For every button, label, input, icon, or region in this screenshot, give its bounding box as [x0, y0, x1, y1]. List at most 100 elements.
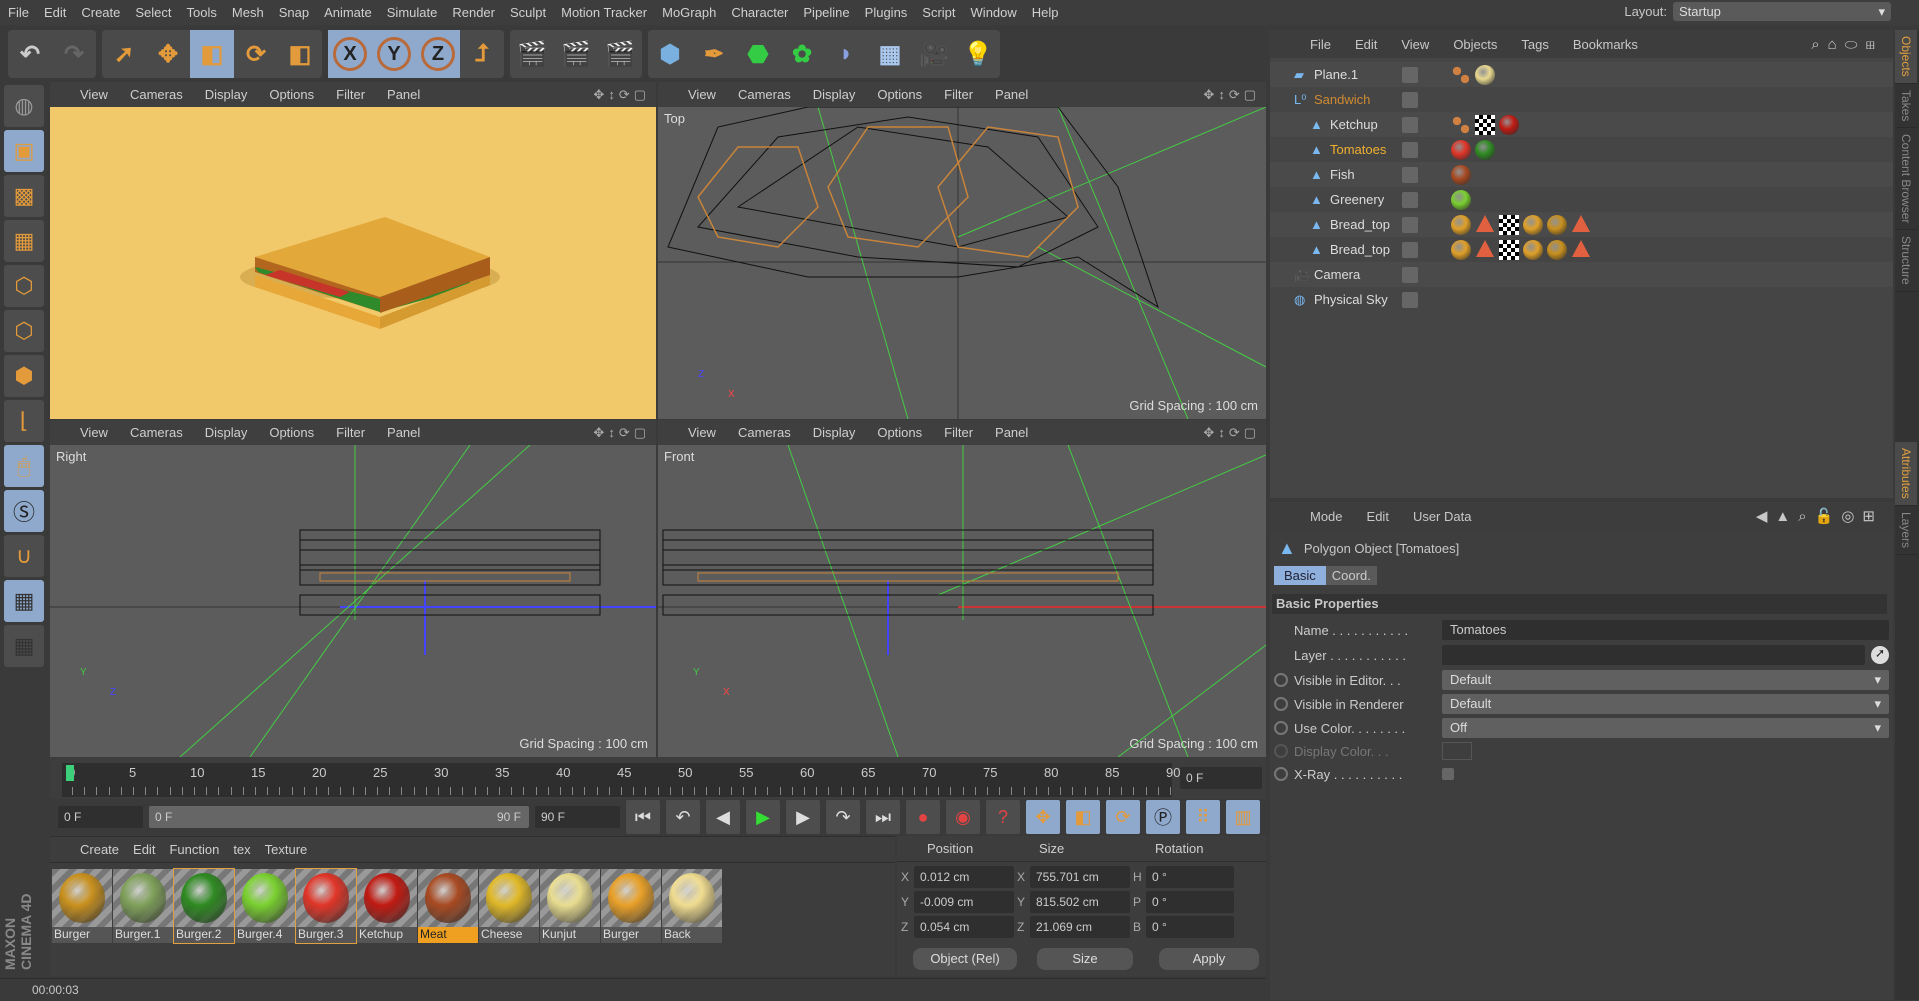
visibility-toggle[interactable]: [1402, 216, 1418, 233]
subdivision-icon[interactable]: ⬣: [736, 30, 780, 78]
uvw-tag-icon[interactable]: [1476, 239, 1494, 257]
vp-menu-filter[interactable]: Filter: [336, 425, 365, 440]
viewport-perspective[interactable]: View Cameras Display Options Filter Panel ✥↕⟳▢: [50, 82, 656, 419]
texture-mode-icon[interactable]: ▩: [4, 175, 44, 217]
material-swatch[interactable]: Burger.3: [295, 868, 357, 944]
select-tool-icon[interactable]: ➚: [102, 30, 146, 78]
y-axis-icon[interactable]: Y: [372, 30, 416, 78]
position-y-field[interactable]: -0.009 cm: [914, 891, 1014, 913]
viewport-nav-icons[interactable]: ✥↕⟳▢: [593, 87, 650, 103]
material-swatch[interactable]: Back: [662, 869, 722, 943]
name-field[interactable]: Tomatoes: [1442, 620, 1889, 640]
key-rotation-icon[interactable]: ⟳: [1106, 800, 1140, 834]
menu-plugins[interactable]: Plugins: [865, 5, 908, 20]
auto-keying-icon[interactable]: ◉: [946, 800, 980, 834]
vp-menu-panel[interactable]: Panel: [995, 425, 1028, 440]
material-tag-icon[interactable]: [1475, 139, 1495, 160]
key-parameter-icon[interactable]: Ⓟ: [1146, 800, 1180, 834]
tab-coord[interactable]: Coord.: [1325, 566, 1377, 585]
object-manager-icons[interactable]: ⌕⌂⬭⊞: [1811, 36, 1883, 53]
menu-window[interactable]: Window: [971, 5, 1017, 20]
object-row-plane-1[interactable]: ▰ Plane.1: [1270, 62, 1893, 87]
render-canvas[interactable]: [50, 107, 656, 419]
end-frame-field[interactable]: 90 F: [535, 806, 620, 828]
position-z-field[interactable]: 0.054 cm: [914, 916, 1014, 938]
floor-icon[interactable]: ▦: [868, 30, 912, 78]
attribute-nav-icons[interactable]: ◀▲⌕🔓◎⊞: [1756, 507, 1883, 525]
menu-mesh[interactable]: Mesh: [232, 5, 264, 20]
go-to-start-icon[interactable]: ⏮: [626, 800, 660, 834]
visibility-toggle[interactable]: [1402, 191, 1418, 208]
viewport-right[interactable]: View Cameras Display Options Filter Panel ✥↕⟳▢…: [50, 420, 656, 757]
size-x-field[interactable]: 755.701 cm: [1030, 866, 1130, 888]
phong-tag-icon[interactable]: [1451, 64, 1471, 85]
vp-menu-options[interactable]: Options: [877, 425, 922, 440]
menu-file[interactable]: File: [8, 5, 29, 20]
coordinate-system-icon[interactable]: ⮥: [460, 30, 504, 78]
solo-icon[interactable]: Ⓢ: [4, 490, 44, 532]
move-tool-icon[interactable]: ✥: [146, 30, 190, 78]
material-tag-icon[interactable]: [1451, 139, 1471, 160]
object-menu-tags[interactable]: Tags: [1521, 37, 1548, 52]
layout-dropdown[interactable]: Startup: [1673, 2, 1891, 21]
enable-axis-icon[interactable]: ⌊: [4, 400, 44, 442]
menu-select[interactable]: Select: [135, 5, 171, 20]
material-swatch[interactable]: Meat: [418, 869, 478, 943]
texture-tag-icon[interactable]: [1499, 214, 1519, 235]
attribute-menu-user-data[interactable]: User Data: [1413, 509, 1472, 524]
object-row-greenery[interactable]: ▲ Greenery: [1270, 187, 1893, 212]
material-swatch[interactable]: Kunjut: [540, 869, 600, 943]
vp-menu-view[interactable]: View: [688, 425, 716, 440]
menu-help[interactable]: Help: [1032, 5, 1059, 20]
vp-menu-panel[interactable]: Panel: [387, 87, 420, 102]
menu-simulate[interactable]: Simulate: [387, 5, 438, 20]
vp-menu-filter[interactable]: Filter: [336, 87, 365, 102]
viewport-front[interactable]: View Cameras Display Options Filter Panel ✥↕⟳▢…: [658, 420, 1266, 757]
pick-cursor-icon[interactable]: ➚: [1871, 646, 1889, 664]
attribute-menu-mode[interactable]: Mode: [1310, 509, 1343, 524]
material-swatch[interactable]: Burger: [52, 869, 112, 943]
render-view-icon[interactable]: 🎬: [510, 30, 554, 78]
light-icon[interactable]: 💡: [956, 30, 1000, 78]
phong-tag-icon[interactable]: [1451, 114, 1471, 135]
record-keys-icon[interactable]: ●: [906, 800, 940, 834]
render-settings-icon[interactable]: 🎬: [598, 30, 642, 78]
visibility-toggle[interactable]: [1402, 66, 1418, 83]
size-z-field[interactable]: 21.069 cm: [1030, 916, 1130, 938]
recent-tool-icon[interactable]: ◧: [278, 30, 322, 78]
vp-menu-view[interactable]: View: [80, 87, 108, 102]
polygons-mode-icon[interactable]: ⬢: [4, 355, 44, 397]
viewport-nav-icons[interactable]: ✥↕⟳▢: [593, 425, 650, 441]
tweak-mode-icon[interactable]: 🖱: [4, 445, 44, 487]
object-menu-file[interactable]: File: [1310, 37, 1331, 52]
material-tag-icon[interactable]: [1451, 164, 1471, 185]
previous-key-icon[interactable]: ↶: [666, 800, 700, 834]
viewport-nav-icons[interactable]: ✥↕⟳▢: [1203, 87, 1260, 103]
rotation-p-field[interactable]: 0 °: [1146, 891, 1234, 913]
material-tag-icon[interactable]: [1547, 239, 1567, 260]
object-row-tomatoes[interactable]: ▲ Tomatoes: [1270, 137, 1893, 162]
animate-radio[interactable]: [1274, 697, 1288, 711]
tab-attributes[interactable]: Attributes: [1895, 442, 1917, 506]
object-row-bread-top[interactable]: ▲ Bread_top: [1270, 212, 1893, 237]
object-row-fish[interactable]: ▲ Fish: [1270, 162, 1893, 187]
render-picture-viewer-icon[interactable]: 🎬: [554, 30, 598, 78]
uvw-tag-icon[interactable]: [1572, 239, 1590, 257]
vp-menu-filter[interactable]: Filter: [944, 87, 973, 102]
animate-radio[interactable]: [1274, 767, 1288, 781]
menu-render[interactable]: Render: [452, 5, 495, 20]
vp-menu-cameras[interactable]: Cameras: [738, 425, 791, 440]
material-menu-edit[interactable]: Edit: [133, 842, 155, 857]
visible-renderer-dropdown[interactable]: Default: [1442, 694, 1889, 714]
previous-frame-icon[interactable]: ◀: [706, 800, 740, 834]
apply-button[interactable]: Apply: [1159, 948, 1259, 970]
object-menu-objects[interactable]: Objects: [1453, 37, 1497, 52]
camera-icon[interactable]: 🎥: [912, 30, 956, 78]
material-swatch[interactable]: Burger.1: [113, 869, 173, 943]
go-to-end-icon[interactable]: ⏭: [866, 800, 900, 834]
tab-objects[interactable]: Objects: [1895, 30, 1917, 84]
timeline[interactable]: 051015202530354045505560657075808590 0 F: [50, 757, 1266, 799]
workplane-lock-icon[interactable]: ▦: [4, 580, 44, 622]
vp-menu-display[interactable]: Display: [813, 87, 856, 102]
material-tag-icon[interactable]: [1451, 189, 1471, 210]
